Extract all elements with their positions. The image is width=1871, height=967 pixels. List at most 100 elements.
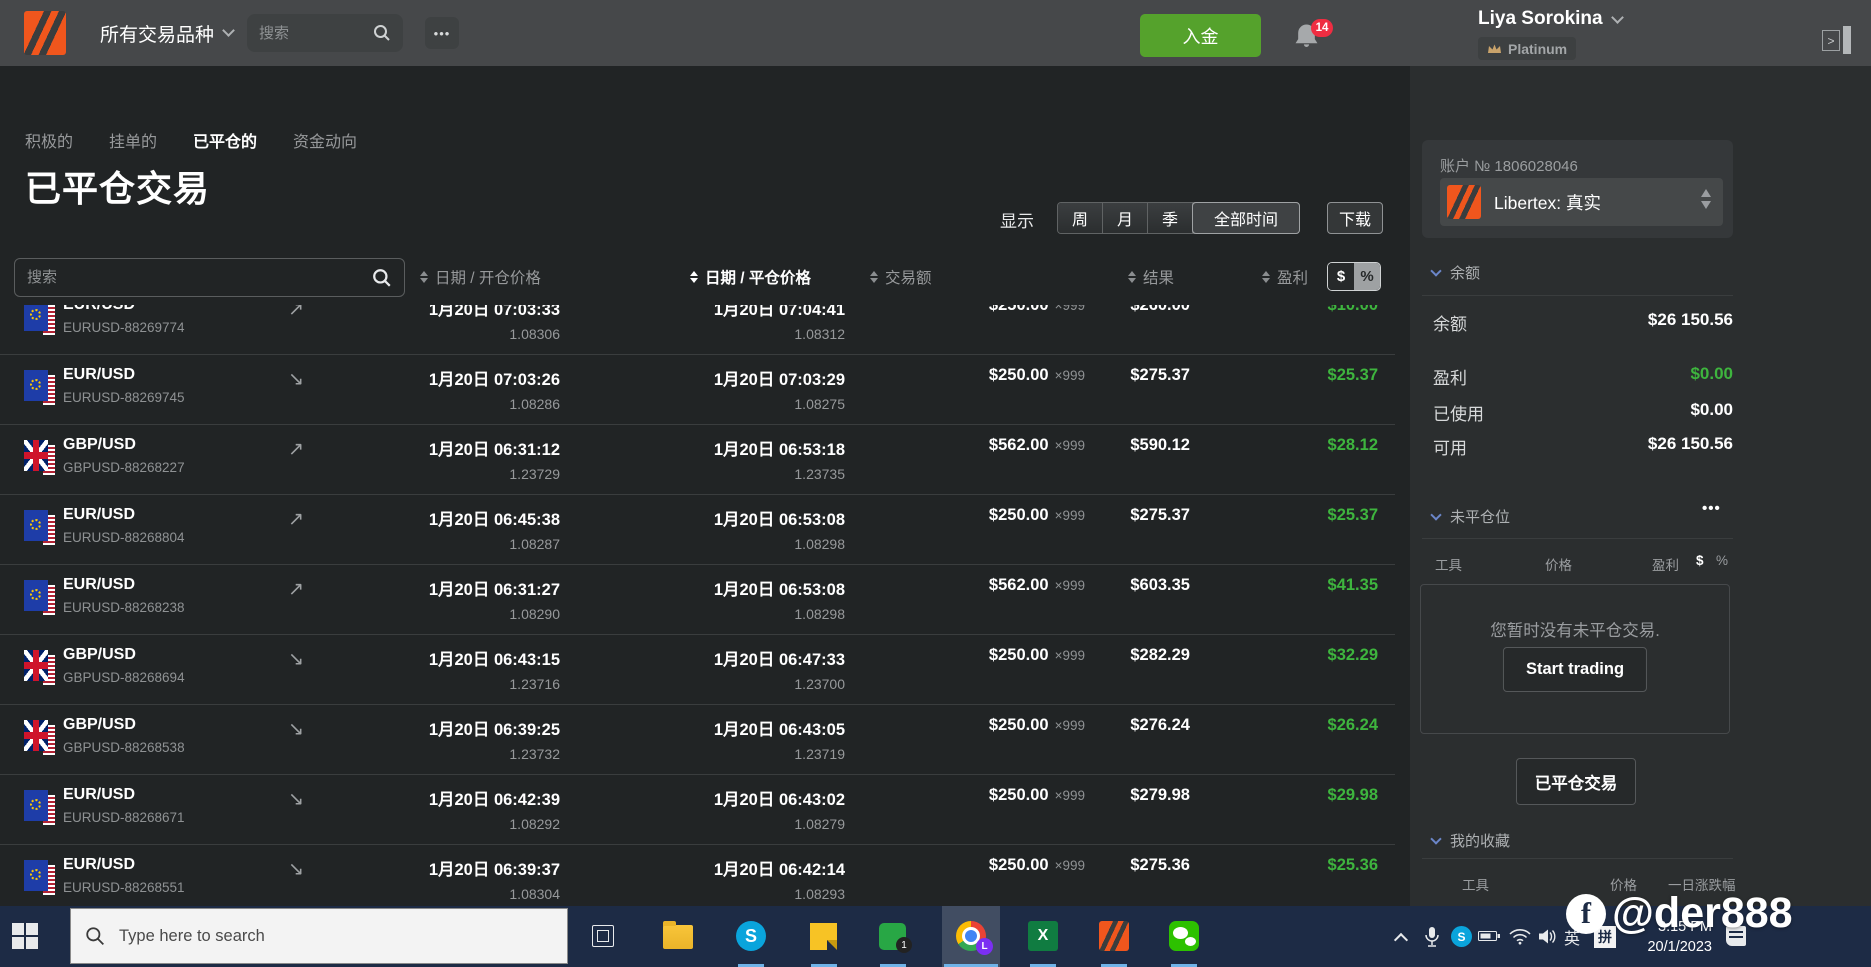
open-price: 1.08304 bbox=[509, 886, 560, 902]
taskbar-search[interactable] bbox=[70, 908, 568, 964]
skype-icon[interactable]: S bbox=[736, 921, 766, 951]
direction-arrow-icon: ↗ bbox=[288, 509, 304, 530]
taskbar-search-input[interactable] bbox=[119, 926, 553, 946]
unit-percent[interactable]: % bbox=[1716, 553, 1728, 568]
trade-tabs: 积极的 挂单的 已平仓的 资金动向 bbox=[25, 128, 357, 152]
global-search[interactable] bbox=[247, 14, 403, 52]
trade-row[interactable]: EUR/USD EURUSD-88268238 ↗ 1月20日 06:31:27… bbox=[0, 565, 1395, 635]
notifications-button[interactable]: 14 bbox=[1294, 19, 1334, 56]
profit-unit-toggle[interactable]: $ % bbox=[1327, 262, 1381, 291]
libertex-app-icon[interactable] bbox=[1099, 921, 1129, 951]
trade-row[interactable]: EUR/USD EURUSD-88269745 ↘ 1月20日 07:03:26… bbox=[0, 355, 1395, 425]
libertex-logo-icon[interactable] bbox=[24, 11, 66, 55]
instrument-selector[interactable]: 所有交易品种 bbox=[100, 0, 235, 66]
trade-id: EURUSD-88268671 bbox=[63, 810, 185, 825]
close-price: 1.23700 bbox=[794, 676, 845, 692]
trade-row[interactable]: GBP/USD GBPUSD-88268538 ↘ 1月20日 06:39:25… bbox=[0, 705, 1395, 775]
trade-profit: $25.36 bbox=[1327, 856, 1378, 874]
close-datetime: 1月20日 06:53:08 bbox=[713, 581, 845, 599]
close-datetime: 1月20日 06:42:14 bbox=[713, 861, 845, 879]
trade-row[interactable]: GBP/USD GBPUSD-88268694 ↘ 1月20日 06:43:15… bbox=[0, 635, 1395, 705]
balance-section-header[interactable]: 余额 bbox=[1430, 262, 1480, 283]
period-week[interactable]: 周 bbox=[1058, 203, 1103, 233]
language-indicator[interactable]: 英 bbox=[1564, 906, 1580, 967]
scrollbar-thumb[interactable] bbox=[1843, 26, 1851, 54]
balance-value: $26 150.56 bbox=[1647, 310, 1733, 329]
tab-pending-orders[interactable]: 挂单的 bbox=[109, 128, 157, 152]
chevron-down-icon bbox=[222, 24, 235, 37]
open-positions-menu-button[interactable]: ••• bbox=[1702, 500, 1721, 517]
skype-tray-icon[interactable]: S bbox=[1451, 906, 1472, 967]
sticky-notes-icon[interactable] bbox=[810, 923, 837, 950]
more-menu-button[interactable]: ••• bbox=[425, 17, 459, 49]
base-flag-icon bbox=[24, 580, 48, 611]
tab-fund-flows[interactable]: 资金动向 bbox=[293, 128, 357, 152]
volume-tray-icon[interactable] bbox=[1538, 906, 1558, 967]
open-positions-empty-state: 您暂时没有未平仓交易. Start trading bbox=[1420, 584, 1730, 734]
closed-trades-button[interactable]: 已平仓交易 bbox=[1516, 758, 1636, 805]
excel-icon[interactable]: X bbox=[1028, 921, 1058, 951]
table-search-input[interactable] bbox=[27, 269, 372, 286]
main-content: 积极的 挂单的 已平仓的 资金动向 已平仓交易 显示 周 月 季 全部时间 下载… bbox=[0, 66, 1410, 906]
tab-closed-trades[interactable]: 已平仓的 bbox=[193, 128, 257, 152]
available-value: $26 150.56 bbox=[1647, 434, 1733, 453]
account-selector[interactable]: Libertex: 真实 bbox=[1440, 178, 1723, 226]
ime-indicator[interactable]: 拼 bbox=[1594, 906, 1616, 967]
open-positions-section-header[interactable]: 未平仓位 bbox=[1430, 506, 1510, 527]
unit-dollar[interactable]: $ bbox=[1328, 263, 1354, 290]
sort-close-column[interactable]: 日期 / 平仓价格 bbox=[690, 266, 811, 288]
trade-row[interactable]: EUR/USD EURUSD-88268671 ↘ 1月20日 06:42:39… bbox=[0, 775, 1395, 845]
trade-row[interactable]: EUR/USD EURUSD-88269774 ↗ 1月20日 07:03:33… bbox=[0, 305, 1395, 355]
taskbar-clock[interactable]: 3:15 PM 20/1/2023 bbox=[1634, 917, 1712, 957]
favorites-title: 我的收藏 bbox=[1450, 833, 1511, 850]
pair-name: GBP/USD bbox=[63, 436, 136, 453]
wifi-tray-icon[interactable] bbox=[1509, 906, 1531, 967]
period-month[interactable]: 月 bbox=[1103, 203, 1148, 233]
download-button[interactable]: 下载 bbox=[1327, 202, 1383, 234]
open-price: 1.08306 bbox=[509, 326, 560, 342]
green-app-icon[interactable]: 1 bbox=[879, 923, 912, 953]
trade-row[interactable]: GBP/USD GBPUSD-88268227 ↗ 1月20日 06:31:12… bbox=[0, 425, 1395, 495]
trade-profit: $28.12 bbox=[1327, 436, 1378, 454]
user-menu[interactable]: Liya Sorokina Platinum bbox=[1478, 8, 1624, 60]
trade-id: EURUSD-88269774 bbox=[63, 320, 185, 335]
collapse-panel-button[interactable]: > bbox=[1822, 30, 1840, 51]
trade-id: EURUSD-88268551 bbox=[63, 880, 185, 895]
close-price: 1.23735 bbox=[794, 466, 845, 482]
deposit-button[interactable]: 入金 bbox=[1140, 14, 1261, 57]
global-search-input[interactable] bbox=[259, 24, 373, 42]
action-center-icon[interactable] bbox=[1726, 926, 1746, 946]
period-quarter[interactable]: 季 bbox=[1148, 203, 1193, 233]
unit-percent[interactable]: % bbox=[1354, 263, 1380, 290]
period-all-time[interactable]: 全部时间 bbox=[1192, 202, 1300, 234]
start-trading-button[interactable]: Start trading bbox=[1502, 647, 1648, 692]
start-button[interactable] bbox=[12, 923, 38, 949]
trade-result: $275.36 bbox=[1130, 856, 1190, 874]
ime-label: 拼 bbox=[1594, 925, 1616, 948]
file-explorer-icon[interactable] bbox=[663, 921, 693, 949]
trade-row[interactable]: EUR/USD EURUSD-88268804 ↗ 1月20日 06:45:38… bbox=[0, 495, 1395, 565]
wechat-icon[interactable] bbox=[1169, 921, 1199, 951]
sort-amount-column[interactable]: 交易额 bbox=[870, 266, 932, 288]
microphone-tray-icon[interactable] bbox=[1424, 906, 1440, 967]
available-row: 可用 $26 150.56 bbox=[1433, 434, 1733, 459]
spinner-arrows-icon[interactable] bbox=[1701, 189, 1711, 209]
tab-active-trades[interactable]: 积极的 bbox=[25, 128, 73, 152]
tray-expand-button[interactable] bbox=[1393, 906, 1409, 967]
direction-arrow-icon: ↘ bbox=[288, 719, 304, 740]
open-price: 1.08286 bbox=[509, 396, 560, 412]
sort-result-column[interactable]: 结果 bbox=[1128, 266, 1174, 288]
chrome-icon[interactable]: L bbox=[956, 921, 993, 955]
unit-dollar[interactable]: $ bbox=[1696, 553, 1704, 568]
close-price: 1.08298 bbox=[794, 536, 845, 552]
base-flag-icon bbox=[24, 860, 48, 891]
task-view-icon[interactable] bbox=[592, 925, 614, 947]
base-flag-icon bbox=[24, 440, 48, 471]
favorites-section-header[interactable]: 我的收藏 bbox=[1430, 830, 1511, 851]
trade-row[interactable]: EUR/USD EURUSD-88268551 ↘ 1月20日 06:39:37… bbox=[0, 845, 1395, 906]
sort-open-column[interactable]: 日期 / 开仓价格 bbox=[420, 266, 541, 288]
trade-id: GBPUSD-88268694 bbox=[63, 670, 185, 685]
sort-profit-column[interactable]: 盈利 bbox=[1262, 266, 1308, 288]
table-search[interactable] bbox=[14, 258, 405, 297]
battery-tray-icon[interactable] bbox=[1478, 906, 1501, 967]
